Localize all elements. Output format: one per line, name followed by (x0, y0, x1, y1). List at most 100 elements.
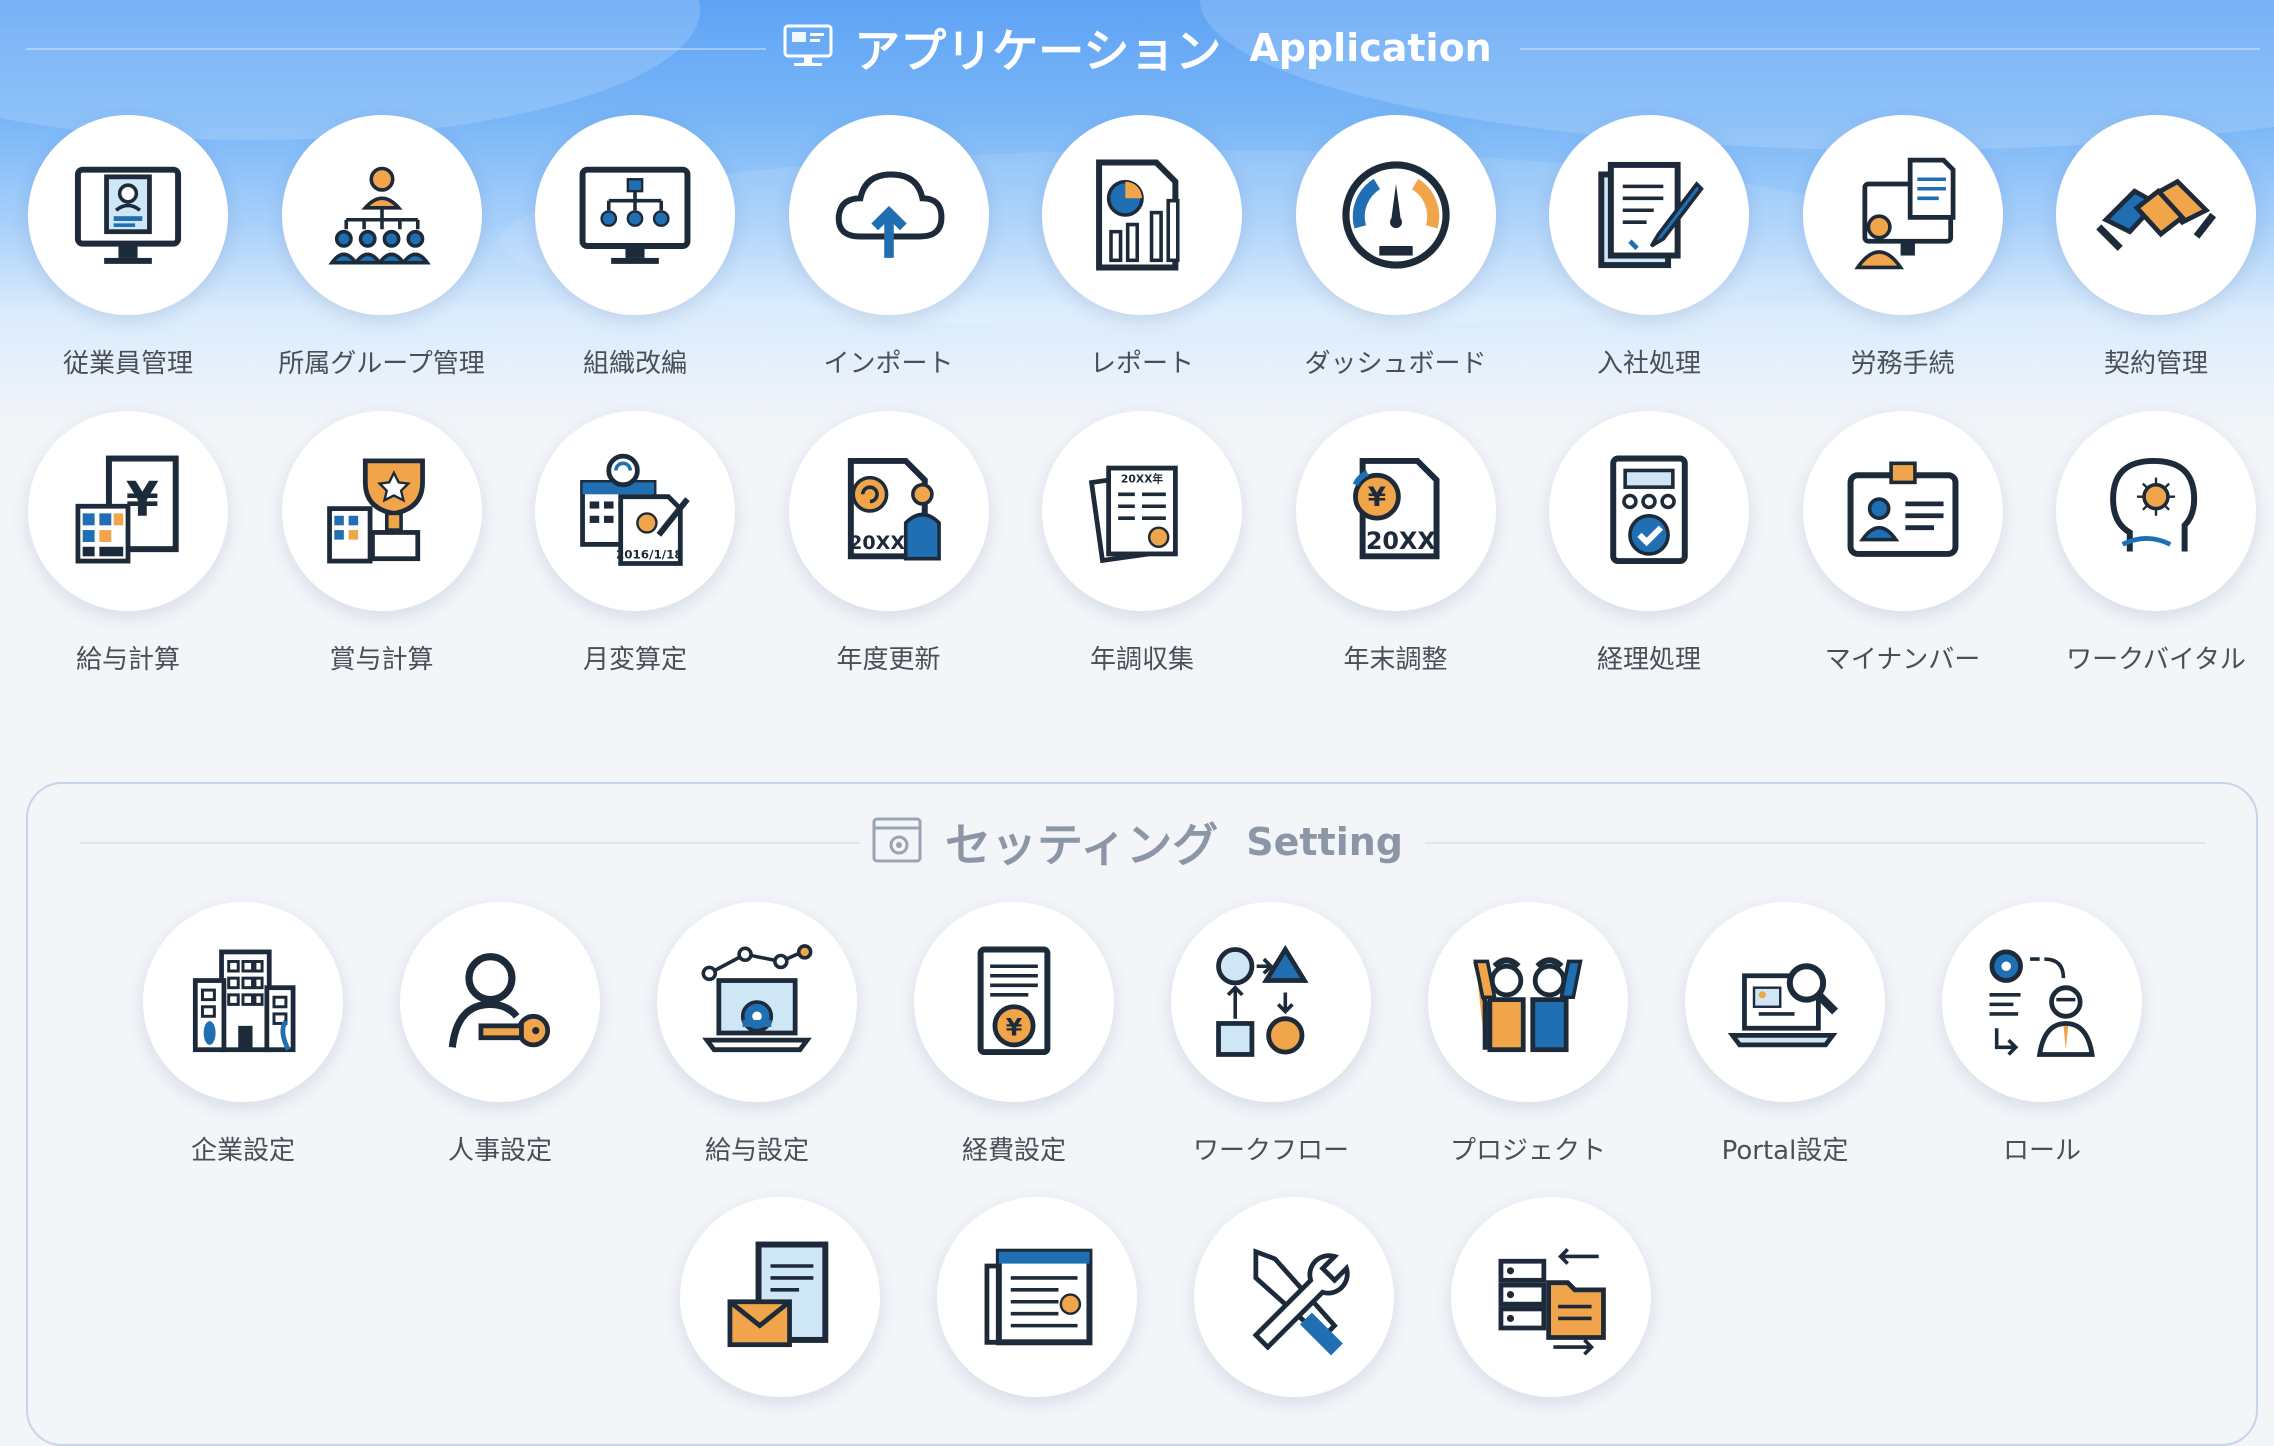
laptop-gear-icon (695, 940, 819, 1064)
app-tile-button[interactable] (1549, 411, 1749, 611)
app-tile-label: 月変算定 (582, 645, 687, 675)
application-tile[interactable]: 組織改編 (510, 115, 760, 380)
app-tile-button[interactable] (1802, 411, 2003, 611)
set-tile-label: ロール (2002, 1136, 2081, 1166)
app-tile-button[interactable]: 20XX年 (1042, 411, 1242, 611)
org-chart-monitor-icon (573, 153, 697, 277)
application-tile[interactable]: マイナンバー (1778, 411, 2028, 676)
app-tile-button[interactable] (28, 115, 228, 315)
id-card-icon (1841, 449, 1965, 573)
year-end-yen-icon: ¥20XX (1334, 449, 1458, 573)
settings-tile[interactable] (912, 1197, 1162, 1425)
app-tile-button[interactable]: ¥ (28, 411, 228, 611)
set-tile-button[interactable] (1428, 902, 1628, 1102)
app-tile-label: 経理処理 (1596, 645, 1701, 675)
set-tile-button[interactable] (143, 902, 343, 1102)
application-tile[interactable]: 入社処理 (1524, 115, 1774, 380)
newspaper-icon (975, 1235, 1099, 1359)
application-tile[interactable]: 2016/1/18 月変算定 (510, 411, 760, 676)
application-tile[interactable]: インポート (764, 115, 1014, 380)
app-tile-button[interactable] (1042, 115, 1242, 315)
app-tile-label: マイナンバー (1824, 645, 1981, 675)
application-tile[interactable]: 所属グループ管理 (257, 115, 507, 380)
app-tile-label: レポート (1089, 349, 1194, 379)
contract-sign-icon (1587, 153, 1711, 277)
settings-title-en: Setting (1246, 820, 1403, 864)
settings-tile[interactable]: ワークフロー (1146, 902, 1396, 1167)
app-tile-label: 賞与計算 (329, 645, 434, 675)
application-tile[interactable]: 賞与計算 (257, 411, 507, 676)
tools-wrench-icon (1232, 1235, 1356, 1359)
set-tile-button[interactable]: ¥ (914, 902, 1114, 1102)
header-divider (80, 842, 860, 844)
application-tile[interactable]: 労務手続 (1778, 115, 2028, 380)
workflow-shapes-icon (1209, 940, 1333, 1064)
application-tile[interactable]: ダッシュボード (1271, 115, 1521, 380)
set-tile-label: 人事設定 (447, 1136, 552, 1166)
application-tile[interactable]: ワークバイタル (2031, 411, 2274, 676)
set-tile-button[interactable] (400, 902, 600, 1102)
app-tile-button[interactable]: 2016/1/18 (535, 411, 735, 611)
building-icon (181, 940, 305, 1064)
application-tile[interactable]: 経理処理 (1524, 411, 1774, 676)
settings-tile[interactable]: 給与設定 (632, 902, 882, 1167)
app-tile-button[interactable] (2056, 115, 2256, 315)
settings-title: セッティング (945, 818, 1219, 872)
user-key-icon (438, 940, 562, 1064)
application-header: アプリケーション Application (0, 18, 2274, 78)
set-tile-button[interactable] (1685, 902, 1885, 1102)
role-person-icon (1980, 940, 2104, 1064)
set-tile-button[interactable] (680, 1197, 880, 1397)
head-mind-icon (2094, 449, 2218, 573)
settings-tile[interactable]: ロール (1917, 902, 2167, 1167)
cloud-upload-icon (827, 153, 951, 277)
settings-tile[interactable] (1426, 1197, 1676, 1425)
application-tile[interactable]: レポート (1017, 115, 1267, 380)
app-tile-button[interactable] (1802, 115, 2003, 315)
document-stack-icon: 20XX年 (1080, 449, 1204, 573)
set-tile-button[interactable] (1171, 902, 1371, 1102)
app-tile-button[interactable] (281, 411, 482, 611)
app-tile-label: 組織改編 (582, 349, 687, 379)
set-tile-button[interactable] (1942, 902, 2142, 1102)
settings-tile[interactable]: ¥ 経費設定 (889, 902, 1139, 1167)
set-tile-button[interactable] (1451, 1197, 1651, 1397)
settings-tile[interactable] (655, 1197, 905, 1425)
settings-tile[interactable]: プロジェクト (1403, 902, 1653, 1167)
svg-text:¥: ¥ (1006, 1013, 1023, 1041)
app-tile-button[interactable] (788, 115, 989, 315)
application-tile[interactable]: 20XX 年度更新 (764, 411, 1014, 676)
set-tile-button[interactable] (937, 1197, 1137, 1397)
settings-tile[interactable]: 人事設定 (375, 902, 625, 1167)
application-tile[interactable]: 従業員管理 (3, 115, 253, 380)
data-transfer-icon (1489, 1235, 1613, 1359)
settings-tile[interactable]: Portal設定 (1660, 902, 1910, 1167)
app-tile-label: インポート (823, 349, 954, 379)
app-tile-label: 入社処理 (1596, 349, 1701, 379)
set-tile-label: 企業設定 (190, 1136, 295, 1166)
group-hierarchy-icon (320, 153, 444, 277)
app-tile-button[interactable] (1295, 115, 1496, 315)
app-tile-button[interactable] (281, 115, 482, 315)
app-tile-button[interactable] (2056, 411, 2256, 611)
set-tile-button[interactable] (1194, 1197, 1394, 1397)
application-title-en: Application (1249, 26, 1492, 70)
application-tile[interactable]: 契約管理 (2031, 115, 2274, 380)
app-tile-label: 年度更新 (836, 645, 941, 675)
app-tile-button[interactable] (535, 115, 735, 315)
set-tile-button[interactable] (657, 902, 857, 1102)
app-tile-label: 従業員管理 (62, 349, 193, 379)
app-tile-button[interactable] (1549, 115, 1749, 315)
application-tile[interactable]: ¥ 給与計算 (3, 411, 253, 676)
app-tile-label: 年調収集 (1089, 645, 1194, 675)
application-tile[interactable]: 20XX年 年調収集 (1017, 411, 1267, 676)
header-divider (1520, 48, 2260, 50)
app-tile-button[interactable]: ¥20XX (1295, 411, 1496, 611)
svg-text:20XX: 20XX (849, 532, 905, 554)
app-tile-button[interactable]: 20XX (788, 411, 989, 611)
mail-document-icon (718, 1235, 842, 1359)
set-tile-label: 給与設定 (704, 1136, 809, 1166)
settings-tile[interactable]: 企業設定 (118, 902, 368, 1167)
settings-tile[interactable] (1169, 1197, 1419, 1425)
application-tile[interactable]: ¥20XX 年末調整 (1271, 411, 1521, 676)
